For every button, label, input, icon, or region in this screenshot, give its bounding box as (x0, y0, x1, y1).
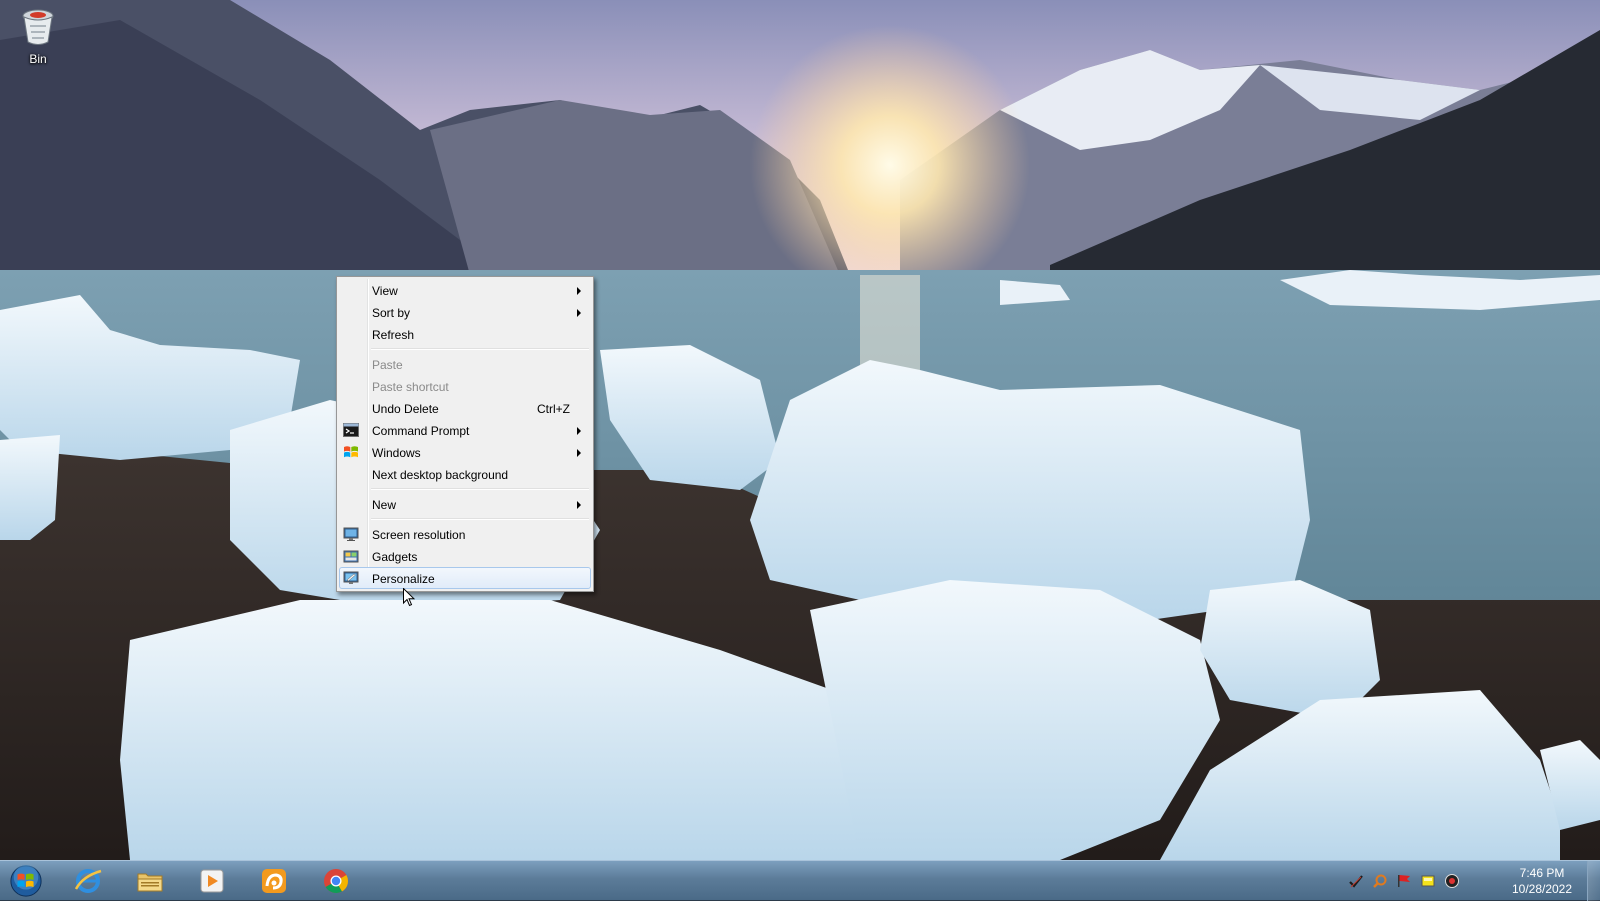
menu-item-windows[interactable]: Windows (339, 441, 591, 463)
menu-item-undo-delete-label: Undo Delete (372, 402, 439, 416)
menu-item-windows-label: Windows (372, 446, 421, 460)
submenu-arrow-icon (577, 501, 581, 509)
show-desktop-button[interactable] (1587, 861, 1600, 901)
taskbar-app-media-player[interactable] (186, 863, 238, 899)
file-explorer-icon (137, 873, 163, 892)
submenu-arrow-icon (577, 309, 581, 317)
recycle-bin-label: Bin (29, 52, 47, 66)
menu-item-paste[interactable]: Paste (339, 353, 591, 375)
taskbar-app-internet-explorer[interactable] (62, 863, 114, 899)
menu-item-next-desktop-background[interactable]: Next desktop background (339, 463, 591, 485)
flag-icon[interactable] (1396, 873, 1412, 889)
checkmark-icon[interactable] (1348, 873, 1364, 889)
submenu-arrow-icon (577, 427, 581, 435)
menu-item-gadgets[interactable]: Gadgets (339, 545, 591, 567)
uc-browser-icon (262, 869, 286, 893)
menu-item-view[interactable]: View (339, 279, 591, 301)
start-button[interactable] (6, 862, 46, 900)
windows-logo-icon (344, 446, 358, 458)
desktop-context-menu: View Sort by Refresh Paste Paste shortcu… (336, 276, 594, 592)
internet-explorer-icon (74, 869, 102, 893)
monitor-icon (343, 527, 359, 541)
menu-item-sort-by[interactable]: Sort by (339, 301, 591, 323)
menu-item-undo-delete[interactable]: Undo Delete Ctrl+Z (339, 397, 591, 419)
taskbar: 7:46 PM 10/28/2022 (0, 860, 1600, 901)
gadgets-icon (343, 550, 359, 563)
menu-item-command-prompt-label: Command Prompt (372, 424, 470, 438)
recycle-bin-icon (22, 9, 54, 45)
menu-item-personalize-label: Personalize (372, 572, 435, 586)
menu-item-screen-resolution[interactable]: Screen resolution (339, 523, 591, 545)
menu-item-view-label: View (372, 284, 398, 298)
circle-app-icon[interactable] (1444, 873, 1460, 889)
menu-item-command-prompt[interactable]: Command Prompt (339, 419, 591, 441)
system-tray (1348, 871, 1460, 891)
menu-item-new-label: New (372, 498, 397, 512)
menu-item-refresh[interactable]: Refresh (339, 323, 591, 345)
windows-start-orb-icon (10, 864, 42, 897)
menu-item-paste-label: Paste (372, 358, 403, 372)
taskbar-app-file-explorer[interactable] (124, 863, 176, 899)
search-tool-icon[interactable] (1372, 873, 1388, 889)
menu-item-personalize[interactable]: Personalize (339, 567, 591, 589)
media-player-icon (200, 869, 224, 893)
menu-item-next-desktop-background-label: Next desktop background (372, 468, 509, 482)
menu-item-new[interactable]: New (339, 493, 591, 515)
desktop-wallpaper[interactable] (0, 0, 1600, 900)
menu-separator (371, 348, 589, 350)
mouse-cursor-icon (403, 588, 415, 607)
yellow-box-icon[interactable] (1420, 873, 1436, 889)
menu-item-undo-delete-shortcut: Ctrl+Z (537, 402, 570, 416)
menu-item-screen-resolution-label: Screen resolution (372, 528, 466, 542)
menu-separator (371, 488, 589, 490)
taskbar-app-chrome[interactable] (310, 863, 362, 899)
menu-item-refresh-label: Refresh (372, 328, 415, 342)
submenu-arrow-icon (577, 287, 581, 295)
taskbar-clock[interactable]: 7:46 PM 10/28/2022 (1502, 865, 1582, 897)
chrome-icon (324, 869, 348, 894)
clock-time: 7:46 PM (1519, 866, 1565, 880)
taskbar-app-uc-browser[interactable] (248, 863, 300, 899)
menu-item-gadgets-label: Gadgets (372, 550, 418, 564)
menu-item-sort-by-label: Sort by (372, 306, 411, 320)
menu-item-paste-shortcut[interactable]: Paste shortcut (339, 375, 591, 397)
menu-separator (371, 518, 589, 520)
submenu-arrow-icon (577, 449, 581, 457)
recycle-bin-shortcut[interactable]: Bin (6, 4, 70, 74)
menu-item-paste-shortcut-label: Paste shortcut (372, 380, 449, 394)
clock-date: 10/28/2022 (1511, 882, 1573, 896)
personalize-icon (343, 571, 359, 584)
command-prompt-icon (343, 423, 359, 437)
